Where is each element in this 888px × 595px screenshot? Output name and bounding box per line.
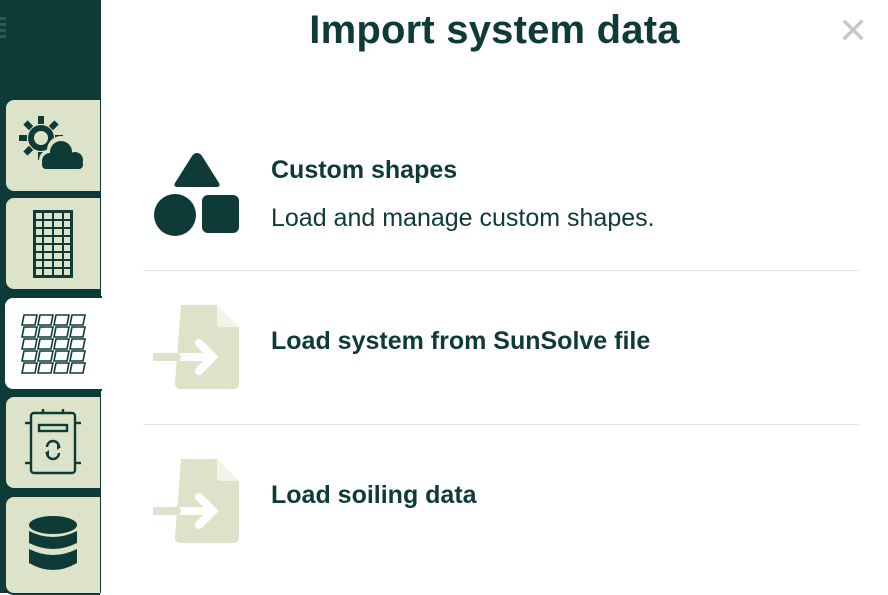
- sidebar-tab-weather[interactable]: [4, 98, 100, 193]
- sidebar-tab-system[interactable]: [3, 296, 102, 391]
- file-import-icon: [153, 305, 239, 389]
- custom-shapes-option[interactable]: Custom shapes Load and manage custom sha…: [143, 134, 859, 271]
- inverter-icon: [25, 408, 81, 474]
- sidebar-tab-inverter[interactable]: [4, 395, 100, 490]
- load-soiling-option[interactable]: Load soiling data: [143, 425, 859, 565]
- sidebar-tab-data[interactable]: [4, 495, 100, 595]
- solar-panel-icon: [33, 209, 73, 278]
- close-icon[interactable]: ✕: [838, 14, 868, 50]
- custom-shapes-description: Load and manage custom shapes.: [271, 204, 655, 232]
- file-import-icon: [153, 459, 239, 543]
- load-sunsolve-option[interactable]: Load system from SunSolve file: [143, 271, 859, 425]
- sidebar-tab-module[interactable]: [4, 196, 100, 291]
- custom-shapes-title: Custom shapes: [271, 156, 458, 184]
- load-sunsolve-title: Load system from SunSolve file: [271, 327, 651, 355]
- panel-array-icon: [20, 313, 86, 374]
- dialog-title: Import system data: [309, 8, 680, 52]
- shapes-icon: [154, 153, 239, 236]
- sun-cloud-icon: [19, 115, 85, 170]
- load-soiling-title: Load soiling data: [271, 481, 477, 509]
- database-icon: [29, 516, 77, 570]
- resize-grip[interactable]: [0, 14, 6, 38]
